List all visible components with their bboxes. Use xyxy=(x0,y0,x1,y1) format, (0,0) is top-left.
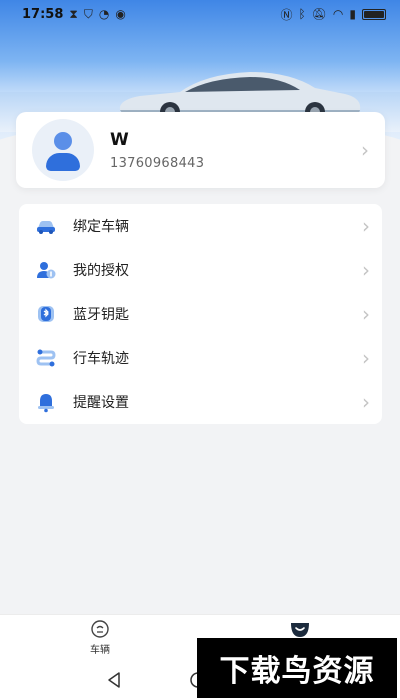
user-authorize-icon xyxy=(37,262,56,279)
back-icon[interactable] xyxy=(105,671,123,689)
watermark-logo: 下载鸟资源 xyxy=(197,638,397,698)
menu-item-driving-track[interactable]: 行车轨迹 › xyxy=(19,336,382,380)
profile-name: W xyxy=(110,129,129,150)
sim-icon: ▮ xyxy=(349,7,356,21)
shield-icon: ⛉ xyxy=(83,6,93,21)
menu-item-my-authorization[interactable]: 我的授权 › xyxy=(19,248,382,292)
route-icon xyxy=(36,349,56,367)
avatar[interactable] xyxy=(32,119,94,181)
chevron-right-icon: › xyxy=(362,390,370,414)
avatar-head xyxy=(54,132,72,150)
chevron-right-icon: › xyxy=(362,214,370,238)
profile-tab-icon xyxy=(291,623,309,637)
tab-vehicle-label: 车辆 xyxy=(90,645,110,656)
menu-list: 绑定车辆 › 我的授权 › 蓝牙钥匙 › 行车轨迹 › 提醒设置 › xyxy=(19,204,382,424)
chevron-right-icon: › xyxy=(362,302,370,326)
menu-item-bind-vehicle[interactable]: 绑定车辆 › xyxy=(19,204,382,248)
battery-icon xyxy=(362,8,386,20)
status-bar: 17:58 ⧗ ⛉ ◔ ◉ Ⓝ ᛒ 🔕︎ ◠ ▮ xyxy=(0,0,400,28)
profile-card[interactable]: W 13760968443 › xyxy=(16,112,385,188)
mute-icon: 🔕︎ xyxy=(311,7,327,21)
menu-item-bluetooth-key[interactable]: 蓝牙钥匙 › xyxy=(19,292,382,336)
menu-item-label: 绑定车辆 xyxy=(73,219,129,235)
menu-item-reminder-settings[interactable]: 提醒设置 › xyxy=(19,380,382,424)
profile-phone: 13760968443 xyxy=(110,155,205,171)
menu-item-label: 行车轨迹 xyxy=(73,351,129,367)
chevron-right-icon: › xyxy=(362,346,370,370)
nfc-icon: Ⓝ xyxy=(280,7,293,22)
bluetooth-key-icon xyxy=(38,306,54,322)
bell-icon xyxy=(38,394,54,413)
menu-item-label: 提醒设置 xyxy=(73,395,129,411)
avatar-body xyxy=(46,153,80,171)
status-time: 17:58 xyxy=(22,6,64,22)
vehicle-tab-icon xyxy=(91,620,109,638)
hourglass-icon: ⧗ xyxy=(69,6,78,21)
chevron-right-icon: › xyxy=(361,138,369,162)
speedometer-icon: ◔ xyxy=(98,7,110,21)
wifi-icon: ◠ xyxy=(332,7,344,21)
menu-item-label: 我的授权 xyxy=(73,263,129,279)
chevron-right-icon: › xyxy=(362,258,370,282)
menu-item-label: 蓝牙钥匙 xyxy=(73,307,129,323)
bluetooth-icon: ᛒ xyxy=(298,7,306,21)
eye-icon: ◉ xyxy=(115,7,126,21)
car-icon xyxy=(37,221,55,234)
tab-vehicle[interactable]: 车辆 xyxy=(70,619,130,656)
